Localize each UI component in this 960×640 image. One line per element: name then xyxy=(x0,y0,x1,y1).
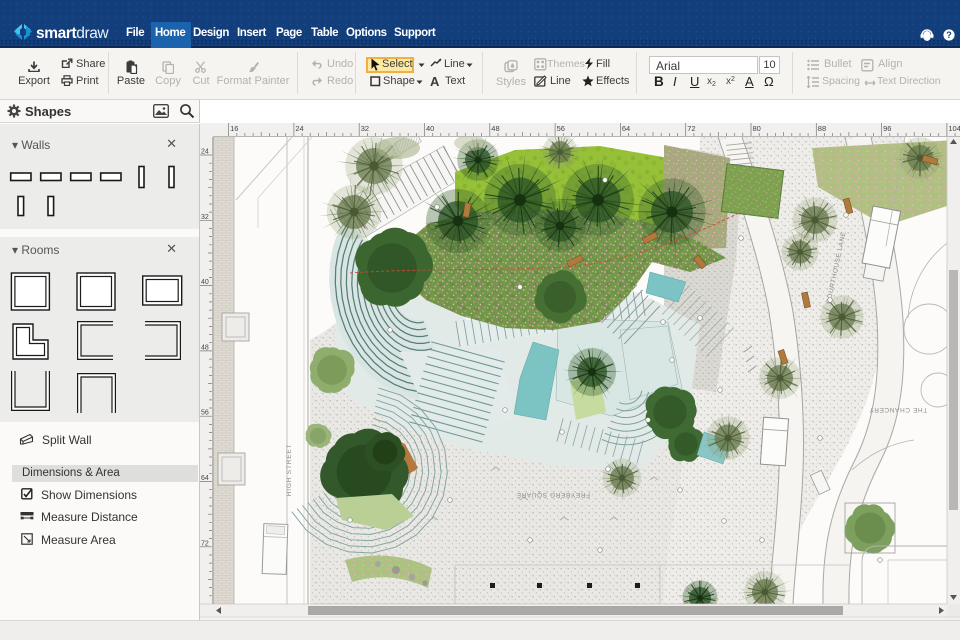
svg-text:24: 24 xyxy=(201,149,209,156)
svg-text:88: 88 xyxy=(818,124,826,133)
svg-text:72: 72 xyxy=(201,540,209,547)
svg-text:64: 64 xyxy=(201,475,209,482)
svg-text:48: 48 xyxy=(201,344,209,351)
svg-text:80: 80 xyxy=(753,124,761,133)
svg-text:40: 40 xyxy=(426,124,434,133)
svg-text:32: 32 xyxy=(361,124,369,133)
svg-text:24: 24 xyxy=(295,124,303,133)
svg-text:32: 32 xyxy=(201,214,209,221)
svg-text:104: 104 xyxy=(948,124,960,133)
svg-text:HIGH STREET: HIGH STREET xyxy=(286,444,293,497)
svg-text:16: 16 xyxy=(230,124,238,133)
svg-text:56: 56 xyxy=(201,410,209,417)
svg-text:72: 72 xyxy=(687,124,695,133)
svg-text:64: 64 xyxy=(622,124,630,133)
svg-text:40: 40 xyxy=(201,279,209,286)
svg-text:96: 96 xyxy=(883,124,891,133)
svg-text:?: ? xyxy=(946,30,952,40)
svg-text:56: 56 xyxy=(557,124,565,133)
svg-text:FREYBERG SQUARE: FREYBERG SQUARE xyxy=(516,491,590,498)
svg-text:48: 48 xyxy=(491,124,499,133)
svg-text:THE CHANCERY: THE CHANCERY xyxy=(869,406,927,413)
